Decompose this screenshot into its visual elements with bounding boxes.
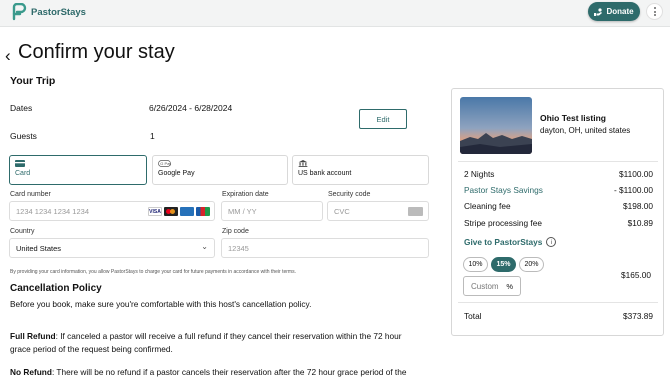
payment-tab-label: Card — [15, 170, 31, 177]
country-select[interactable]: United States ⌄ — [9, 238, 215, 258]
full-refund-title: Full Refund — [10, 331, 56, 341]
amex-icon — [180, 207, 194, 216]
donate-label: Donate — [606, 7, 634, 16]
dates-value: 6/26/2024 - 6/28/2024 — [149, 103, 233, 113]
brand-name: PastorStays — [31, 6, 86, 18]
total-amount: $373.89 — [623, 311, 653, 321]
visa-icon: VISA — [148, 207, 162, 216]
cvc-input[interactable]: CVC — [327, 201, 429, 221]
listing-photo-image — [460, 97, 532, 154]
total-row: Total $373.89 — [464, 311, 653, 321]
more-menu-button[interactable] — [646, 3, 663, 20]
listing-location: dayton, OH, united states — [540, 126, 631, 135]
bank-icon — [298, 160, 308, 167]
cvc-placeholder: CVC — [334, 206, 350, 216]
svg-text:G Pay: G Pay — [160, 161, 171, 166]
cvc-card-icon — [408, 207, 423, 216]
your-trip-heading: Your Trip — [10, 75, 56, 87]
card-number-label: Card number — [10, 191, 51, 198]
full-refund-text: : If canceled a pastor will receive a fu… — [55, 331, 402, 341]
cleaning-amount: $198.00 — [623, 201, 653, 211]
dot-icon — [653, 10, 656, 13]
percent-suffix: % — [506, 281, 513, 291]
savings-label: Pastor Stays Savings — [464, 185, 543, 195]
nights-amount: $1100.00 — [619, 169, 653, 179]
full-refund-policy: Full Refund: If canceled a pastor will r… — [10, 330, 435, 356]
country-label: Country — [10, 228, 35, 235]
dot-icon — [653, 7, 656, 9]
cancellation-intro: Before you book, make sure you're comfor… — [10, 299, 312, 309]
brand-logo[interactable]: PastorStays — [11, 3, 86, 21]
divider — [458, 302, 658, 303]
payment-tab-label: Google Pay — [158, 170, 195, 177]
payment-tab-label: US bank account — [298, 170, 352, 177]
card-brands: VISA — [148, 207, 210, 216]
card-icon — [15, 160, 25, 167]
payment-tab-bank[interactable]: US bank account — [292, 155, 429, 185]
security-code-label: Security code — [328, 191, 371, 198]
stripe-fee-row: Stripe processing fee $10.89 — [464, 218, 653, 228]
pastorstays-logo-icon — [12, 3, 27, 21]
mastercard-icon — [164, 207, 178, 216]
savings-row: Pastor Stays Savings - $1100.00 — [464, 185, 653, 195]
listing-name: Ohio Test listing — [540, 113, 606, 123]
payment-tab-google-pay[interactable]: G Pay Google Pay — [152, 155, 288, 185]
zip-placeholder: 12345 — [228, 243, 249, 253]
booking-summary-panel: Ohio Test listing dayton, OH, united sta… — [451, 88, 664, 336]
full-refund-text-2: grace period of the request being confir… — [10, 344, 173, 354]
give-amount: $165.00 — [621, 270, 651, 280]
custom-give-input[interactable]: Custom % — [463, 276, 521, 296]
chevron-down-icon: ⌄ — [201, 242, 208, 251]
give-option-15[interactable]: 15% — [491, 257, 516, 272]
stripe-amount: $10.89 — [627, 218, 653, 228]
give-option-10[interactable]: 10% — [463, 257, 488, 272]
nights-row: 2 Nights $1100.00 — [464, 169, 653, 179]
dates-label: Dates — [10, 103, 33, 113]
edit-trip-button[interactable]: Edit — [359, 109, 407, 129]
expiration-placeholder: MM / YY — [228, 206, 257, 216]
card-number-placeholder: 1234 1234 1234 1234 — [16, 206, 89, 216]
give-label: Give to PastorStays — [464, 237, 543, 247]
cleaning-fee-row: Cleaning fee $198.00 — [464, 201, 653, 211]
dot-icon — [653, 14, 656, 16]
card-number-input[interactable]: 1234 1234 1234 1234 VISA — [9, 201, 215, 221]
cleaning-label: Cleaning fee — [464, 201, 511, 211]
country-value: United States — [16, 243, 62, 253]
give-option-20[interactable]: 20% — [519, 257, 544, 272]
back-chevron-icon[interactable]: ‹ — [5, 46, 11, 66]
savings-amount: - $1100.00 — [613, 185, 653, 195]
total-label: Total — [464, 311, 482, 321]
guests-value: 1 — [150, 131, 155, 141]
cancellation-heading: Cancellation Policy — [10, 283, 102, 294]
donate-hand-icon — [594, 7, 603, 16]
guests-label: Guests — [10, 131, 37, 141]
payment-tab-card[interactable]: Card — [9, 155, 147, 185]
no-refund-title: No Refund — [10, 367, 52, 377]
zip-code-label: Zip code — [222, 228, 249, 235]
listing-photo — [460, 97, 532, 154]
divider — [458, 161, 658, 162]
stripe-label: Stripe processing fee — [464, 218, 542, 228]
card-disclaimer: By providing your card information, you … — [10, 269, 296, 275]
expiration-label: Expiration date — [222, 191, 269, 198]
custom-placeholder: Custom — [471, 281, 499, 291]
zip-code-input[interactable]: 12345 — [221, 238, 429, 258]
no-refund-policy: No Refund: There will be no refund if a … — [10, 366, 440, 379]
expiration-input[interactable]: MM / YY — [221, 201, 323, 221]
no-refund-text: : There will be no refund if a pastor ca… — [51, 367, 407, 377]
info-icon[interactable]: i — [546, 237, 557, 247]
page-title: Confirm your stay — [18, 41, 175, 63]
donate-button[interactable]: Donate — [588, 2, 640, 21]
jcb-icon — [196, 207, 210, 216]
give-to-pastorstays: Give to PastorStays i — [464, 237, 557, 247]
google-pay-icon: G Pay — [158, 160, 171, 167]
top-bar: PastorStays Donate — [0, 0, 670, 27]
nights-label: 2 Nights — [464, 169, 495, 179]
